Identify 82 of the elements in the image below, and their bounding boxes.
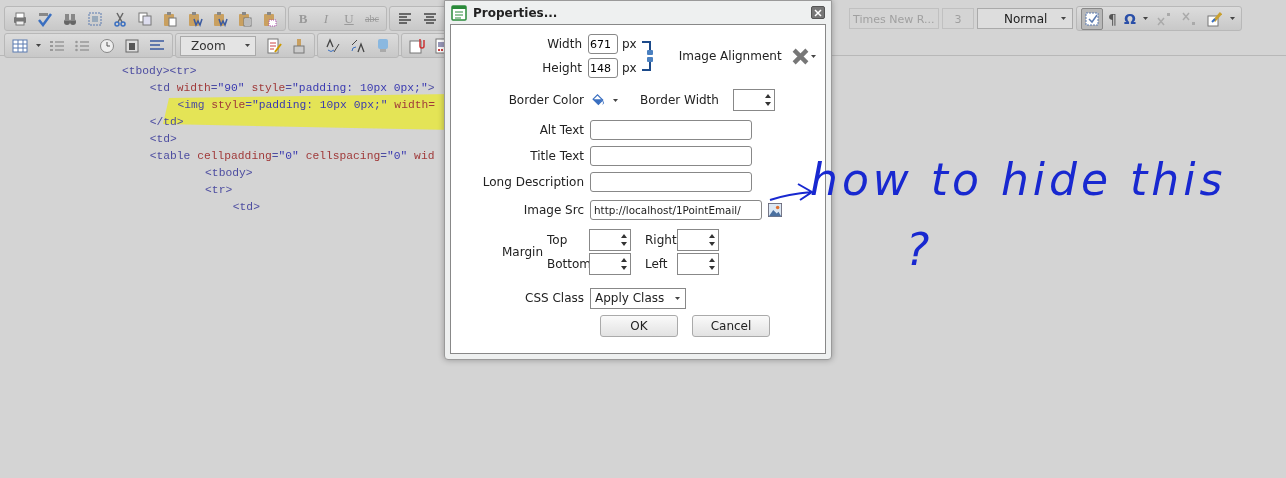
font-convert-icon[interactable] (350, 37, 366, 54)
dialog-button[interactable]: OK (600, 315, 678, 337)
field-label: Left (644, 257, 669, 271)
height-field[interactable]: 148 (588, 58, 618, 78)
dialog-title: Properties... (473, 5, 559, 20)
paste-word-icon[interactable] (187, 10, 203, 27)
margin-spinner[interactable] (677, 253, 719, 275)
unit-label: px (622, 37, 637, 51)
edit-document-icon[interactable] (266, 37, 282, 54)
field-label: Border Color (507, 93, 584, 107)
format-brush-icon[interactable] (1205, 10, 1222, 27)
handwritten-note: how to hide this (810, 154, 1227, 205)
style-select[interactable]: Normal (977, 8, 1073, 29)
dialog-button[interactable]: Cancel (692, 315, 770, 337)
table-icon[interactable] (12, 37, 28, 54)
align-center-icon[interactable] (422, 10, 438, 27)
paint-bucket-icon[interactable] (590, 93, 605, 107)
code-line: <tbody> (205, 166, 253, 181)
caret-icon[interactable] (1229, 17, 1235, 20)
field-label: Image Src (522, 203, 584, 217)
field-label: Bottom (547, 257, 589, 271)
caret-icon[interactable] (613, 98, 618, 102)
field-label: Height (541, 61, 582, 75)
font-size-icon[interactable] (325, 37, 341, 54)
field-label: Top (547, 233, 569, 247)
print-icon[interactable] (12, 10, 28, 27)
caret-icon[interactable] (810, 54, 816, 58)
field-label: Border Width (640, 93, 719, 107)
paste-icon[interactable] (162, 10, 178, 27)
image-src-field[interactable]: http://localhost/1PointEmail/ (590, 200, 762, 220)
image-icon[interactable] (768, 203, 782, 217)
zoom-select[interactable]: Zoom (180, 35, 256, 56)
caret-icon[interactable] (675, 296, 680, 300)
code-line: <tr> (205, 183, 233, 198)
field-label: Right (644, 233, 677, 247)
calendar-icon[interactable] (124, 37, 140, 54)
text-field[interactable] (590, 120, 752, 140)
symbol-button[interactable]: Ω (1121, 10, 1138, 27)
code-line: <td width="90" style="padding: 10px 0px;"> (149, 81, 435, 96)
code-line: <table cellpadding="0" cellspacing="0" wid (149, 149, 435, 164)
field-label: Image Alignment (678, 49, 782, 63)
margin-spinner[interactable] (589, 253, 631, 275)
pilcrow-button[interactable]: ¶ (1106, 10, 1119, 27)
handwritten-question-mark: ? (906, 224, 934, 275)
field-label: Long Description (481, 175, 584, 189)
text-field[interactable] (590, 172, 752, 192)
scissors-icon[interactable] (112, 10, 128, 27)
code-line: </td> (149, 115, 184, 130)
document-clip-icon[interactable] (409, 37, 425, 54)
align-left-icon[interactable] (397, 10, 413, 27)
width-field[interactable]: 671 (588, 34, 618, 54)
caret-icon[interactable] (245, 44, 250, 47)
border-width-spinner[interactable] (732, 89, 775, 111)
close-x-icon[interactable] (791, 47, 809, 65)
close-button[interactable] (811, 6, 825, 19)
properties-icon (451, 4, 467, 21)
field-label: Alt Text (538, 123, 584, 137)
css-class-select[interactable]: Apply Class (590, 287, 686, 309)
margin-spinner[interactable] (589, 229, 631, 251)
code-line: <td> (149, 132, 177, 147)
copy-icon[interactable] (137, 10, 153, 27)
field-label: Title Text (529, 149, 584, 163)
field-label: CSS Class (524, 291, 584, 305)
spellcheck-icon[interactable] (37, 10, 53, 27)
show-borders-icon[interactable] (1084, 10, 1100, 27)
caret-icon[interactable] (1061, 17, 1066, 20)
brush-icon[interactable] (291, 37, 307, 54)
field-label: Width (546, 37, 582, 51)
clock-icon[interactable] (99, 37, 115, 54)
paste-text-icon[interactable] (237, 10, 253, 27)
margin-spinner[interactable] (677, 229, 719, 251)
code-line: <tbody><tr> (122, 64, 197, 79)
field-label: Margin (501, 245, 543, 259)
caret-icon[interactable] (36, 44, 41, 47)
link-icon[interactable] (640, 38, 655, 74)
paste-word-icon[interactable] (212, 10, 228, 27)
unit-label: px (622, 61, 637, 75)
text-field[interactable] (590, 146, 752, 166)
caret-icon[interactable] (1142, 17, 1148, 20)
code-line: <img style="padding: 10px 0px;" width= (177, 97, 436, 114)
paste-html-icon[interactable] (262, 10, 278, 27)
code-line: <td> (232, 200, 260, 215)
